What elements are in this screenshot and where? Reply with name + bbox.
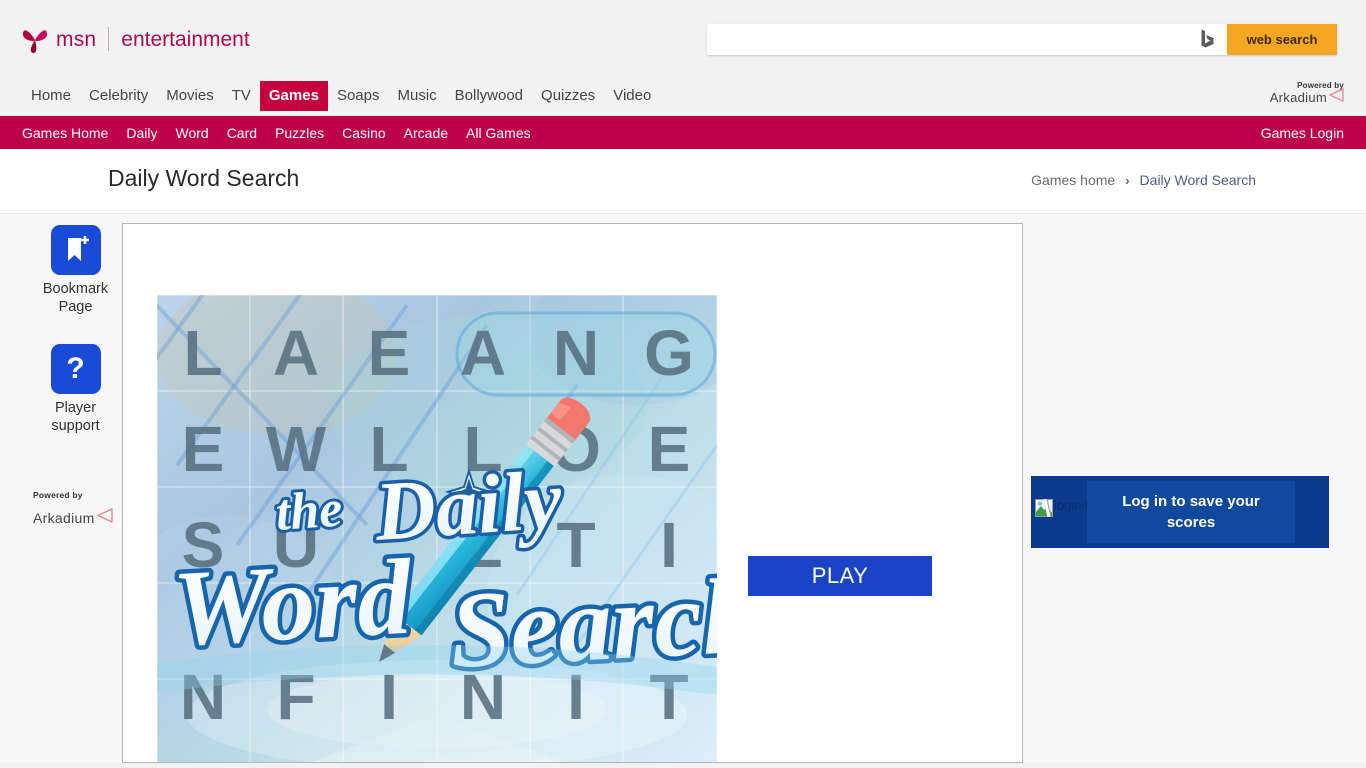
game-panel: L A E A N G E W L L O E S U T I N F I N …	[122, 223, 1023, 763]
search-bar: web search	[707, 24, 1337, 55]
login-to-save-scores-button[interactable]: Log in to save your scores	[1087, 481, 1295, 543]
nav-item-video[interactable]: Video	[604, 81, 660, 111]
breadcrumb-current: Daily Word Search	[1139, 172, 1256, 188]
site-header: msn entertainment web search	[0, 0, 1366, 75]
breadcrumb: Games home › Daily Word Search	[1031, 172, 1256, 188]
svg-text:N: N	[553, 317, 599, 389]
play-button[interactable]: PLAY	[748, 556, 932, 596]
player-support-button[interactable]: ? Player support	[33, 344, 118, 435]
brand-logo[interactable]: msn entertainment	[22, 24, 250, 54]
svg-text:A: A	[273, 317, 319, 389]
nav-item-bollywood[interactable]: Bollywood	[446, 81, 532, 111]
chevron-right-icon: ›	[1125, 172, 1130, 188]
page-title: Daily Word Search	[108, 165, 300, 191]
games-nav-arcade[interactable]: Arcade	[395, 125, 457, 141]
brand-section: entertainment	[121, 27, 250, 51]
arkadium-arrow-icon	[96, 508, 113, 528]
rail-arkadium-name: Arkadium	[33, 510, 95, 526]
games-nav-puzzles[interactable]: Puzzles	[266, 125, 333, 141]
games-nav-card[interactable]: Card	[218, 125, 266, 141]
arkadium-attribution-rail: Powered by Arkadium	[33, 490, 118, 528]
nav-item-music[interactable]: Music	[388, 81, 445, 111]
search-input[interactable]	[707, 24, 1187, 55]
bing-search-button[interactable]	[1187, 24, 1227, 55]
svg-text:E: E	[368, 317, 411, 389]
question-mark-icon: ?	[50, 344, 101, 394]
nav-item-movies[interactable]: Movies	[157, 81, 223, 111]
nav-item-home[interactable]: Home	[22, 81, 80, 111]
login-promo-panel: login button Log in to save your scores	[1031, 476, 1329, 548]
nav-item-games[interactable]: Games	[259, 80, 328, 111]
bookmark-page-label-line2: Page	[58, 299, 93, 315]
games-nav-word[interactable]: Word	[166, 125, 217, 141]
bookmark-add-icon	[50, 225, 101, 275]
games-nav-daily[interactable]: Daily	[117, 125, 166, 141]
web-search-button[interactable]: web search	[1227, 24, 1337, 55]
arkadium-attribution-header: Powered by Arkadium	[1270, 81, 1344, 107]
game-thumbnail[interactable]: L A E A N G E W L L O E S U T I N F I N …	[157, 295, 717, 762]
svg-text:G: G	[644, 317, 694, 389]
broken-image-icon	[1035, 498, 1053, 518]
games-login-link[interactable]: Games Login	[1261, 116, 1344, 149]
page-content: Bookmark Page ? Player support Powered b…	[0, 214, 1366, 763]
bookmark-page-label-line1: Bookmark	[42, 281, 109, 297]
nav-item-soaps[interactable]: Soaps	[328, 81, 389, 111]
brand-divider	[108, 27, 110, 51]
games-subnav-list: Games Home Daily Word Card Puzzles Casin…	[22, 116, 540, 149]
arkadium-arrow-icon	[1328, 88, 1344, 107]
games-nav-all-games[interactable]: All Games	[457, 125, 540, 141]
svg-text:E: E	[648, 413, 691, 485]
rail-powered-by-label: Powered by	[33, 490, 83, 500]
breadcrumb-games-home[interactable]: Games home	[1031, 172, 1115, 188]
bookmark-page-button[interactable]: Bookmark Page	[33, 225, 118, 316]
svg-text:L: L	[183, 317, 222, 389]
arkadium-name: Arkadium	[1269, 90, 1327, 105]
main-navigation: Home Celebrity Movies TV Games Soaps Mus…	[0, 75, 1366, 116]
svg-text:A: A	[460, 317, 506, 389]
player-support-label-line2: support	[51, 418, 100, 434]
bing-b-icon	[1201, 29, 1214, 51]
games-subnav: Games Home Daily Word Card Puzzles Casin…	[0, 116, 1366, 149]
msn-butterfly-icon	[22, 24, 48, 54]
left-rail: Bookmark Page ? Player support Powered b…	[33, 214, 118, 528]
nav-item-celebrity[interactable]: Celebrity	[80, 81, 157, 111]
games-nav-casino[interactable]: Casino	[333, 125, 395, 141]
player-support-label-line1: Player	[54, 400, 97, 416]
nav-item-tv[interactable]: TV	[223, 81, 260, 111]
nav-item-quizzes[interactable]: Quizzes	[532, 81, 604, 111]
svg-text:E: E	[182, 413, 225, 485]
svg-text:the: the	[274, 480, 344, 541]
games-nav-games-home[interactable]: Games Home	[22, 125, 117, 141]
page-title-band: Daily Word Search Games home › Daily Wor…	[0, 149, 1366, 214]
word-search-artwork: L A E A N G E W L L O E S U T I N F I N …	[157, 295, 717, 762]
svg-text:W: W	[266, 413, 327, 485]
brand-name: msn	[56, 27, 97, 51]
rail-spacer	[33, 435, 118, 490]
word-search-illustration: L A E A N G E W L L O E S U T I N F I N …	[157, 295, 717, 762]
main-nav-list: Home Celebrity Movies TV Games Soaps Mus…	[22, 75, 660, 116]
